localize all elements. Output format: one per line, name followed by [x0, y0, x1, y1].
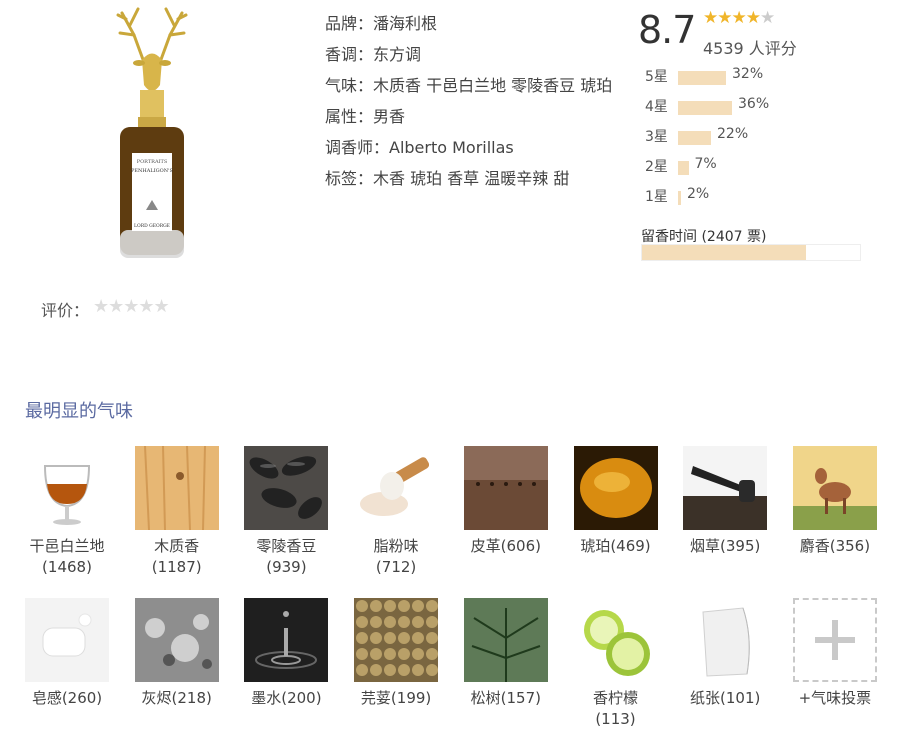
distribution-label: 1星 [645, 189, 668, 205]
section-title: 最明显的气味 [25, 401, 133, 422]
note-name[interactable]: 烟草(395) [675, 536, 775, 557]
ash-icon[interactable] [134, 598, 219, 682]
longevity-bar [641, 244, 861, 261]
note-caption[interactable]: 零陵香豆 (939) [236, 536, 336, 578]
powder-icon[interactable] [354, 446, 439, 530]
product-image: PORTRAITS PENHALIGON'S LORD GEORGE [116, 7, 188, 258]
note-name[interactable]: 纸张(101) [675, 688, 775, 709]
note-caption[interactable]: 灰烬(218) [127, 688, 227, 709]
gender-row: 属性：男香 [325, 107, 406, 126]
bergamot-icon[interactable] [573, 598, 658, 682]
cognac-icon[interactable] [25, 446, 109, 530]
note-name[interactable]: 木质香 [127, 536, 227, 557]
note-count: (113) [595, 710, 636, 728]
distribution-percent: 22% [717, 126, 749, 142]
scent-row[interactable]: 气味：木质香 干邑白兰地 零陵香豆 琥珀 [325, 70, 615, 101]
coriander-icon[interactable] [354, 598, 439, 682]
note-count: (1187) [151, 558, 202, 576]
distribution-label: 3星 [645, 129, 668, 145]
distribution-bar [678, 101, 732, 115]
note-name[interactable]: 干邑白兰地 [17, 536, 117, 557]
amber-icon[interactable] [573, 446, 658, 530]
longevity-label: 留香时间 (2407 票) [641, 229, 767, 245]
user-rating-stars[interactable]: ★★★★★ [93, 296, 170, 317]
note-count: (1468) [42, 558, 92, 576]
note-caption[interactable]: 芫荽(199) [346, 688, 446, 709]
note-name[interactable]: 香柠檬 [566, 688, 666, 709]
bottle-label-text: PORTRAITS [137, 159, 168, 165]
rating-count: 4539 人评分 [703, 39, 797, 58]
family-row[interactable]: 香调：东方调 [325, 39, 615, 70]
distribution-bar [678, 191, 681, 205]
note-caption[interactable]: 墨水(200) [236, 688, 336, 709]
note-count: (712) [375, 558, 417, 576]
half-star-icon: ★ [759, 8, 775, 28]
note-name[interactable]: 松树(157) [456, 688, 556, 709]
note-caption[interactable]: 皮革(606) [456, 536, 556, 557]
note-caption[interactable]: 纸张(101) [675, 688, 775, 709]
distribution-label: 4星 [645, 99, 668, 115]
note-caption[interactable]: 松树(157) [456, 688, 556, 709]
note-name[interactable]: +气味投票 [785, 688, 885, 709]
note-caption[interactable]: 木质香 (1187) [127, 536, 227, 578]
tobacco-icon[interactable] [683, 446, 768, 530]
distribution-percent: 32% [732, 66, 764, 82]
note-caption[interactable]: +气味投票 [785, 688, 885, 709]
plus-icon[interactable] [792, 598, 877, 682]
perfumer-row[interactable]: 调香师：Alberto Morillas [325, 132, 615, 163]
wood-icon[interactable] [134, 446, 219, 530]
note-count: (939) [266, 558, 307, 576]
tags-row[interactable]: 标签：木香 琥珀 香草 温暖辛辣 甜 [325, 163, 615, 194]
average-stars: ★★★★★ [703, 8, 775, 28]
note-caption[interactable]: 脂粉味 (712) [346, 536, 446, 578]
longevity-fill [642, 245, 806, 260]
distribution-label: 5星 [645, 69, 668, 85]
note-name[interactable]: 皂感(260) [17, 688, 117, 709]
distribution-percent: 2% [687, 186, 710, 202]
note-name[interactable]: 皮革(606) [456, 536, 556, 557]
pine-icon[interactable] [463, 598, 548, 682]
soap-icon[interactable] [25, 598, 109, 682]
distribution-bar [678, 161, 689, 175]
note-name[interactable]: 灰烬(218) [127, 688, 227, 709]
bottle-label-text: LORD GEORGE [134, 223, 170, 229]
average-score: 8.7 [638, 8, 696, 52]
distribution-label: 2星 [645, 159, 668, 175]
star-icon: ★★★★ [703, 8, 761, 28]
note-caption[interactable]: 皂感(260) [17, 688, 117, 709]
leather-icon[interactable] [463, 446, 548, 530]
brand-row[interactable]: 品牌：潘海利根 [325, 8, 615, 39]
note-caption[interactable]: 麝香(356) [785, 536, 885, 557]
note-caption[interactable]: 干邑白兰地 (1468) [17, 536, 117, 578]
note-name[interactable]: 零陵香豆 [236, 536, 336, 557]
tonka-bean-icon[interactable] [244, 446, 329, 530]
distribution-percent: 36% [738, 96, 770, 112]
distribution-bar [678, 71, 726, 85]
bottle-label-text: PENHALIGON'S [131, 168, 173, 174]
note-name[interactable]: 芫荽(199) [346, 688, 446, 709]
user-rating-label: 评价： [41, 301, 90, 320]
ink-icon[interactable] [244, 598, 329, 682]
distribution-bar [678, 131, 711, 145]
musk-deer-icon[interactable] [792, 446, 877, 530]
product-info: 品牌：潘海利根 香调：东方调 气味：木质香 干邑白兰地 零陵香豆 琥珀 属性：男… [325, 8, 615, 194]
distribution-percent: 7% [694, 156, 717, 172]
note-name[interactable]: 脂粉味 [346, 536, 446, 557]
paper-icon[interactable] [683, 598, 768, 682]
note-caption[interactable]: 烟草(395) [675, 536, 775, 557]
note-name[interactable]: 琥珀(469) [566, 536, 666, 557]
note-name[interactable]: 墨水(200) [236, 688, 336, 709]
note-name[interactable]: 麝香(356) [785, 536, 885, 557]
note-caption[interactable]: 琥珀(469) [566, 536, 666, 557]
note-caption[interactable]: 香柠檬 (113) [566, 688, 666, 730]
